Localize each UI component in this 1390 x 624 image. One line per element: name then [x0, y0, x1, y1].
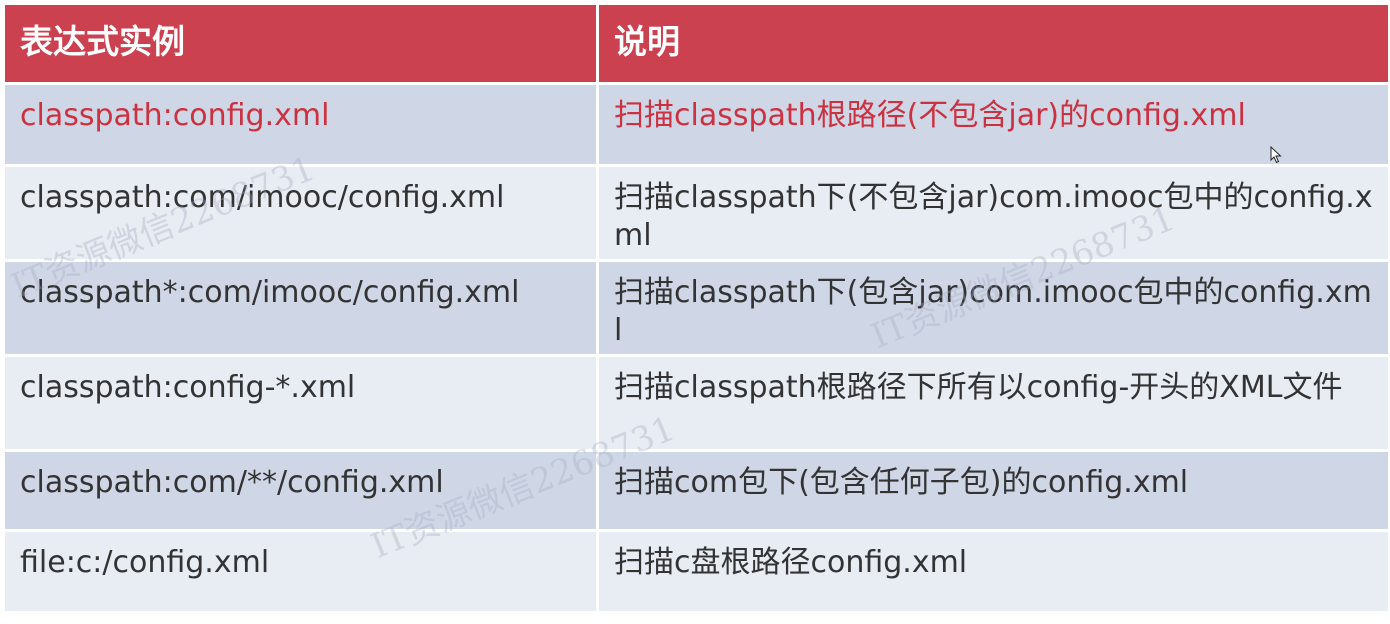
table-header-row: 表达式实例 说明: [2, 2, 1390, 85]
description-cell: 扫描c盘根路径config.xml: [596, 529, 1390, 614]
expression-cell: classpath:com/**/config.xml: [2, 449, 599, 532]
table-row: classpath:com/imooc/config.xml 扫描classpa…: [2, 164, 1390, 262]
expression-table: 表达式实例 说明 classpath:config.xml 扫描classpat…: [2, 2, 1390, 614]
expression-cell: classpath:com/imooc/config.xml: [2, 164, 599, 262]
description-cell: 扫描classpath下(包含jar)com.imooc包中的config.xm…: [596, 259, 1390, 357]
table-row: classpath:config.xml 扫描classpath根路径(不包含j…: [2, 82, 1390, 167]
expression-table-container: 表达式实例 说明 classpath:config.xml 扫描classpat…: [2, 2, 1390, 622]
expression-cell: classpath*:com/imooc/config.xml: [2, 259, 599, 357]
header-description: 说明: [596, 2, 1390, 85]
table-row: classpath*:com/imooc/config.xml 扫描classp…: [2, 259, 1390, 357]
table-row: file:c:/config.xml 扫描c盘根路径config.xml: [2, 529, 1390, 614]
expression-cell: classpath:config-*.xml: [2, 354, 599, 452]
header-expression: 表达式实例: [2, 2, 599, 85]
table-row: classpath:com/**/config.xml 扫描com包下(包含任何…: [2, 449, 1390, 532]
description-cell: 扫描com包下(包含任何子包)的config.xml: [596, 449, 1390, 532]
mouse-pointer-icon: [1270, 145, 1282, 164]
table-row: classpath:config-*.xml 扫描classpath根路径下所有…: [2, 354, 1390, 452]
description-cell: 扫描classpath下(不包含jar)com.imooc包中的config.x…: [596, 164, 1390, 262]
expression-cell: file:c:/config.xml: [2, 529, 599, 614]
description-cell: 扫描classpath根路径下所有以config-开头的XML文件: [596, 354, 1390, 452]
expression-cell: classpath:config.xml: [2, 82, 599, 167]
